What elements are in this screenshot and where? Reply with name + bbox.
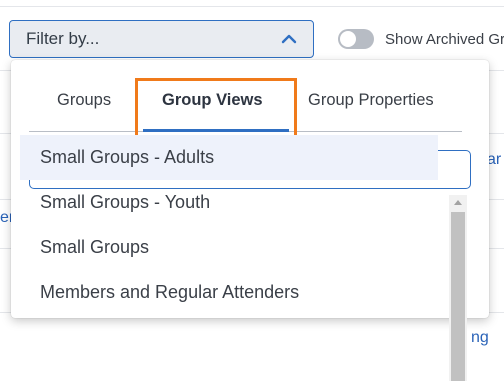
- show-archived-toggle[interactable]: [338, 29, 374, 49]
- filter-by-label: Filter by...: [26, 29, 100, 48]
- list-item[interactable]: Small Groups - Adults: [20, 135, 438, 180]
- background-link-fragment[interactable]: ng: [471, 329, 489, 347]
- tab-group-properties[interactable]: Group Properties: [308, 91, 434, 110]
- show-archived-label: Show Archived Gr: [385, 31, 504, 48]
- list-item[interactable]: Members and Regular Attenders: [20, 270, 438, 315]
- tab-group-views[interactable]: Group Views: [162, 91, 263, 110]
- background-divider: [0, 6, 504, 7]
- scroll-up-icon[interactable]: [449, 195, 467, 209]
- active-tab-indicator: [143, 129, 289, 132]
- list-item[interactable]: Small Groups: [20, 225, 438, 270]
- page: ar er ng Filter by... Show Archived Gr G…: [0, 0, 504, 381]
- tab-groups[interactable]: Groups: [57, 91, 111, 110]
- background-link-fragment[interactable]: ar: [487, 151, 501, 169]
- list-scrollbar[interactable]: [449, 195, 467, 381]
- chevron-up-icon: [281, 31, 297, 47]
- list-item[interactable]: Small Groups - Youth: [20, 180, 438, 225]
- list-item[interactable]: [20, 315, 438, 360]
- filter-by-button[interactable]: Filter by...: [9, 20, 314, 58]
- toggle-knob: [340, 31, 356, 47]
- scrollbar-thumb[interactable]: [451, 212, 465, 381]
- group-views-list: Small Groups - Adults Small Groups - You…: [20, 135, 438, 381]
